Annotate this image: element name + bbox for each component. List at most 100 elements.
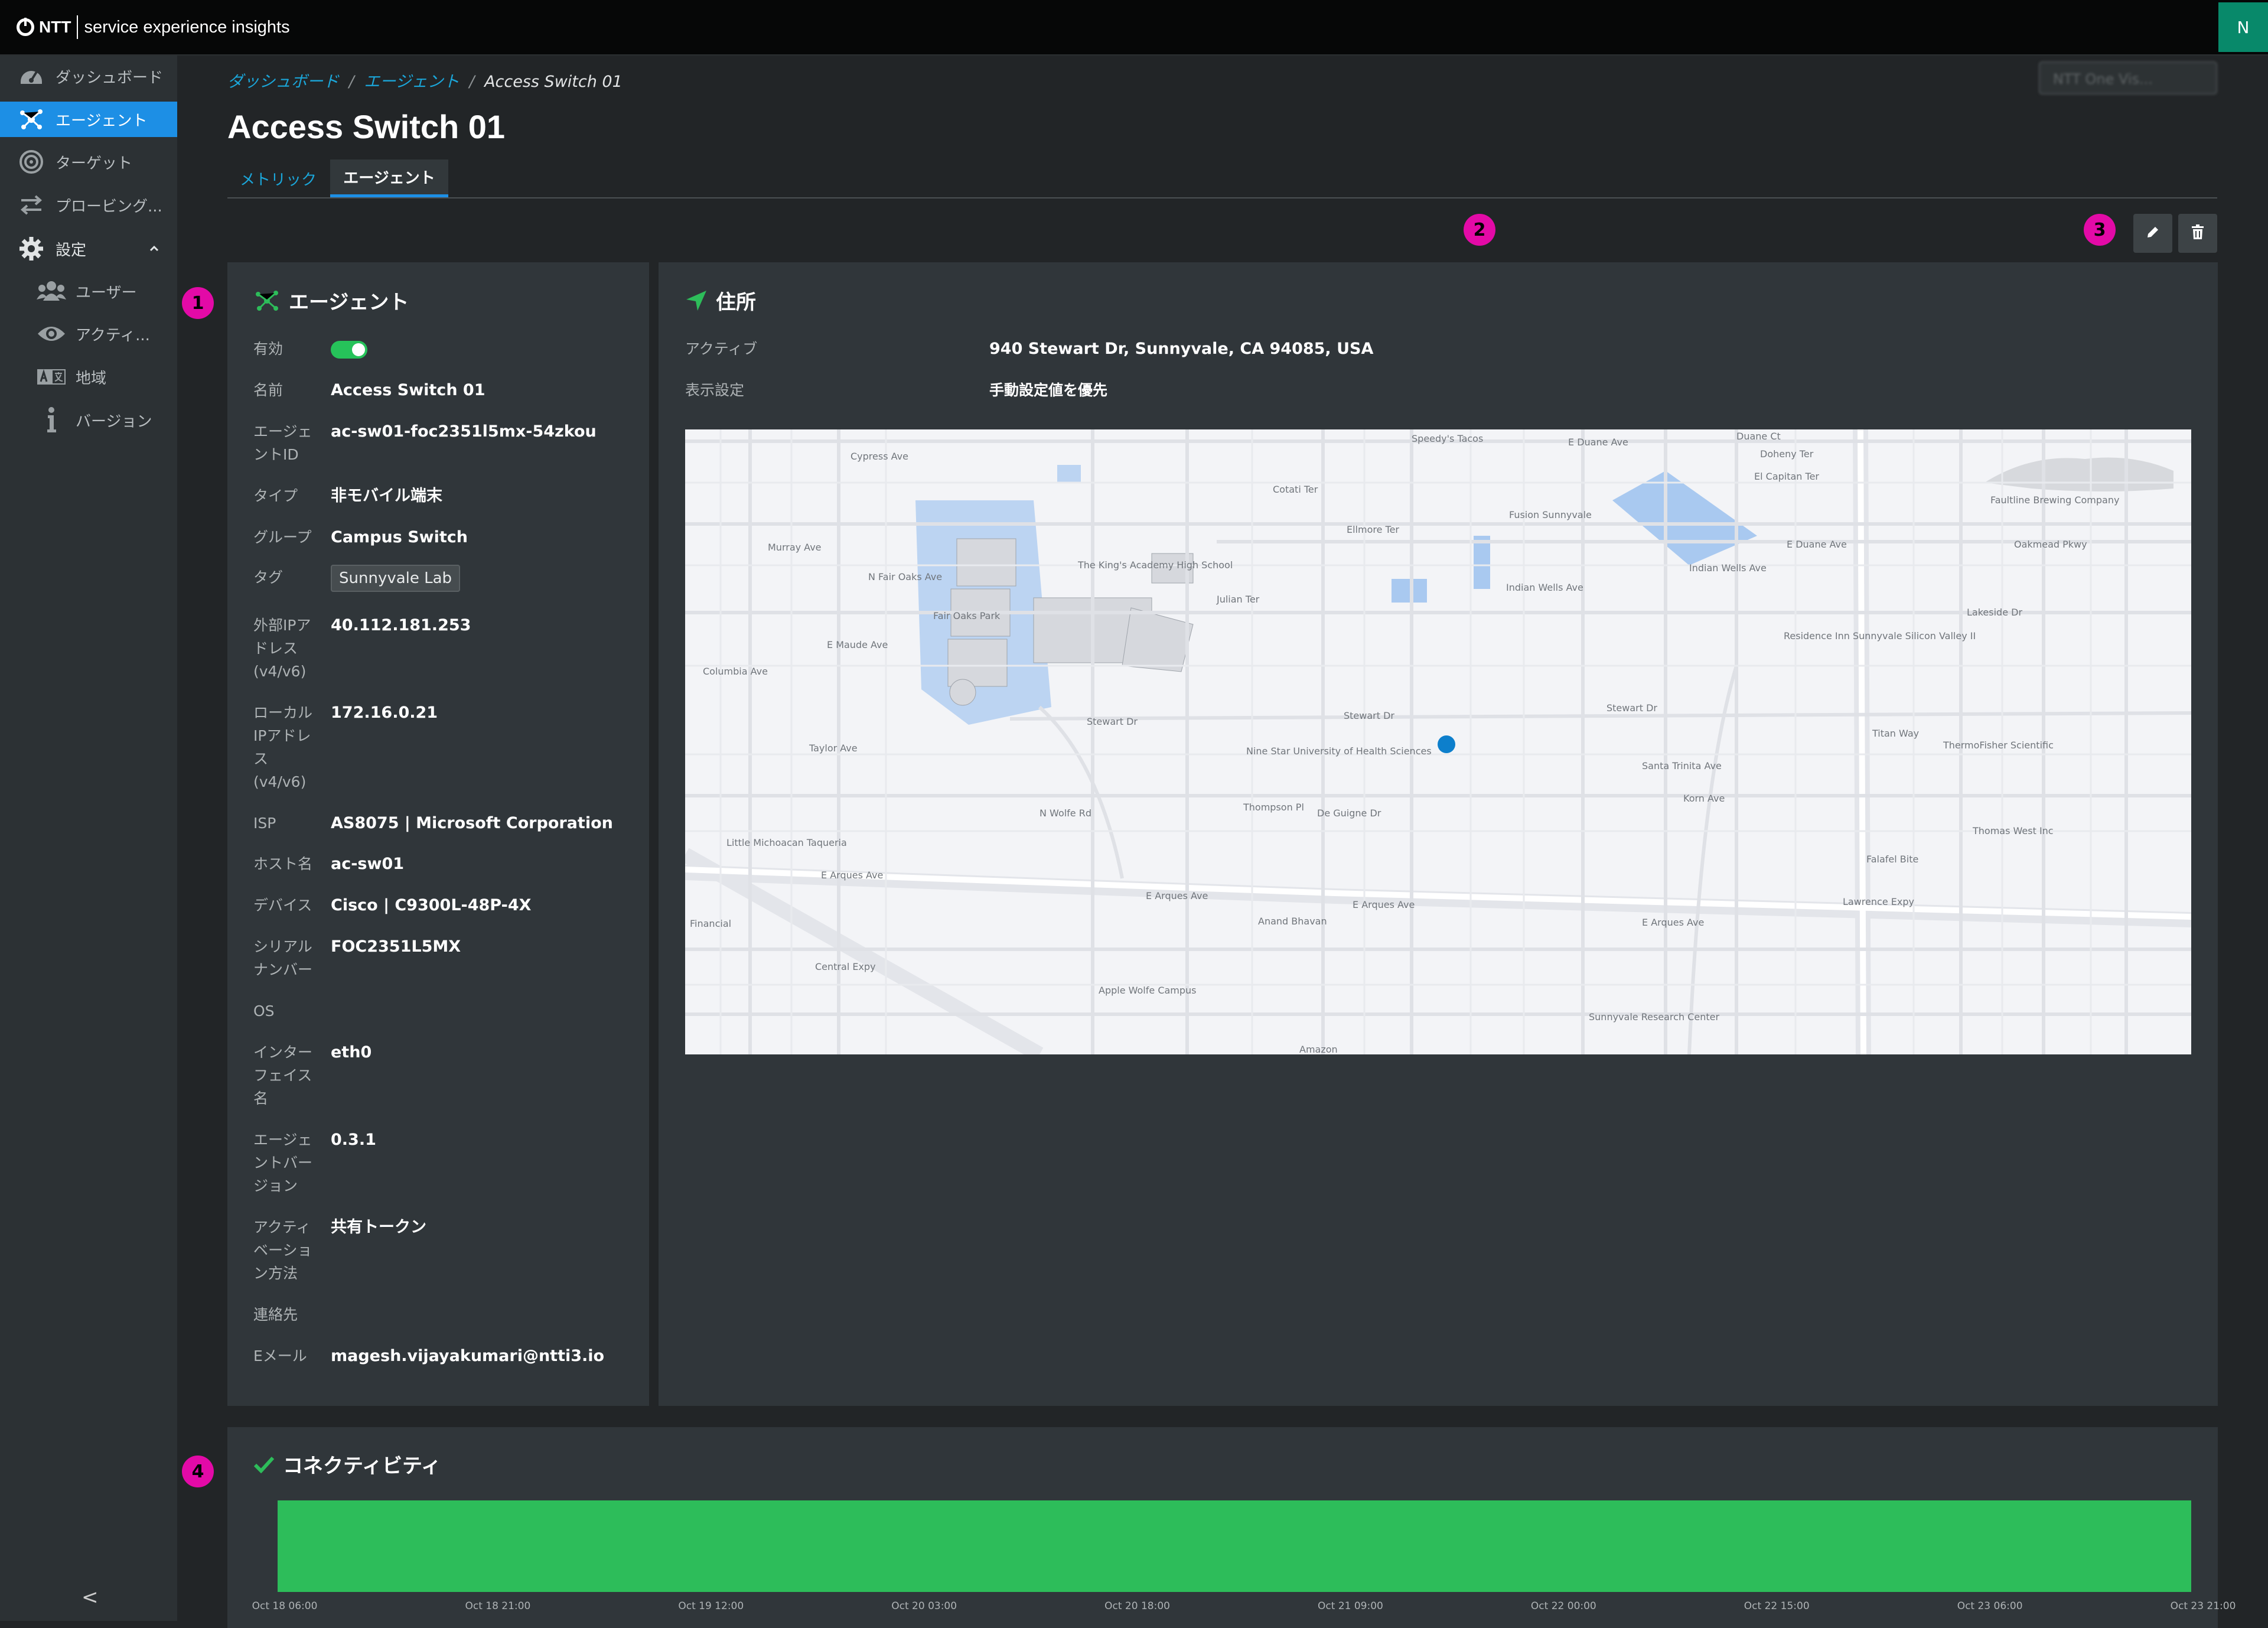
breadcrumb-separator: /: [348, 73, 354, 91]
sidebar-item-region[interactable]: 地域: [0, 359, 177, 395]
chevron-up-icon: [149, 240, 159, 258]
panel-title-text: 住所: [716, 291, 756, 314]
map-label: Anand Bhavan: [1258, 916, 1327, 927]
x-tick-label: Oct 21 09:00: [1318, 1600, 1383, 1612]
sidebar-item-agents[interactable]: エージェント: [0, 102, 177, 137]
field-label: OS: [253, 1002, 275, 1020]
field-label: 有効: [253, 340, 284, 357]
field-label: エージェントバージョン: [253, 1131, 313, 1194]
tab-metrics[interactable]: メトリック: [227, 159, 329, 197]
agent-panel-title: エージェント: [253, 286, 409, 315]
map-label: The King's Academy High School: [1078, 559, 1233, 571]
arrows-exchange-icon: [17, 190, 46, 220]
field-value: 0.3.1: [331, 1131, 376, 1149]
field-label: シリアルナンバー: [253, 938, 313, 978]
x-tick-label: Oct 20 03:00: [891, 1600, 957, 1612]
annotation-marker-2: 2: [1464, 214, 1495, 246]
map-label: Stewart Dr: [1344, 710, 1394, 721]
field-value: Cisco | C9300L-48P-4X: [331, 896, 532, 914]
sidebar-item-version[interactable]: バージョン: [0, 402, 177, 438]
map-label: Nine Star University of Health Sciences: [1246, 745, 1432, 757]
map-label: Faultline Brewing Company: [1990, 494, 2120, 506]
map-label: Falafel Bite: [1866, 854, 1919, 865]
location-pin[interactable]: [1438, 735, 1455, 753]
delete-button[interactable]: [2178, 214, 2217, 253]
connectivity-panel: コネクティビティ Oct 18 06:00 Oct 18 21:00 Oct 19 …: [227, 1427, 2236, 1628]
map-label: Thompson Pl: [1243, 802, 1304, 813]
map-label: E Arques Ave: [1353, 899, 1415, 910]
panel-title-text: コネクティビティ: [283, 1454, 441, 1478]
field-label: ローカルIPアドレス (v4/v6): [253, 704, 313, 790]
target-icon: [17, 147, 46, 177]
map-label: Indian Wells Ave: [1506, 582, 1583, 593]
field-value: 共有トークン: [331, 1218, 426, 1236]
field-value: Access Switch 01: [331, 381, 485, 399]
tag-chip[interactable]: Sunnyvale Lab: [331, 565, 461, 592]
sidebar-item-label: ユーザー: [76, 284, 137, 302]
sidebar-item-dashboard[interactable]: ダッシュボード: [0, 58, 177, 94]
sidebar-item-users[interactable]: ユーザー: [0, 273, 177, 309]
field-value: ac-sw01: [331, 855, 405, 873]
sidebar-item-label: ターゲット: [56, 154, 133, 172]
enabled-toggle[interactable]: [331, 341, 367, 359]
address-active-label: アクティブ: [685, 340, 758, 357]
map-label: Sunnyvale Research Center: [1589, 1011, 1720, 1023]
map-label: Columbia Ave: [703, 666, 768, 677]
edit-button[interactable]: [2133, 214, 2172, 253]
map-label: Thomas West Inc: [1973, 825, 2054, 836]
map-label: Amazon: [1299, 1044, 1338, 1054]
annotation-marker-1: 1: [182, 287, 214, 319]
breadcrumb-link-agents[interactable]: エージェント: [364, 73, 459, 91]
annotation-marker-3: 3: [2084, 214, 2116, 246]
product-name: service experience insights: [84, 17, 290, 37]
map-label: El Capitan Ter: [1754, 471, 1819, 482]
map-label: Speedy's Tacos: [1412, 433, 1484, 444]
map-label: Titan Way: [1872, 728, 1920, 739]
location-map[interactable]: Speedy's Tacos E Duane Ave Duane Ct Dohe…: [685, 429, 2191, 1054]
map-label: Lawrence Expy: [1843, 896, 1914, 907]
field-label: 連絡先: [253, 1306, 298, 1323]
field-label: 外部IPアドレス (v4/v6): [253, 617, 311, 680]
map-label: E Arques Ave: [821, 870, 884, 881]
connectivity-panel-title: コネクティビティ: [253, 1450, 441, 1479]
map-label: Doheny Ter: [1760, 448, 1814, 460]
map-label: Taylor Ave: [809, 743, 858, 754]
translate-icon: [37, 362, 66, 392]
user-avatar[interactable]: N: [2218, 2, 2268, 52]
map-label: Oakmead Pkwy: [2014, 539, 2087, 550]
map-label: E Arques Ave: [1146, 890, 1208, 901]
agent-network-icon: [253, 289, 281, 312]
location-arrow-icon: [685, 289, 708, 312]
ntt-logo[interactable]: NTT service experience insights: [17, 15, 290, 39]
sidebar-item-settings[interactable]: 設定: [0, 231, 177, 266]
connectivity-bar[interactable]: [278, 1500, 2191, 1592]
map-label: Little Michoacan Taqueria: [726, 837, 847, 848]
map-label: Indian Wells Ave: [1689, 562, 1767, 574]
top-bar: NTT service experience insights N: [0, 0, 2268, 56]
check-icon: [253, 1456, 275, 1473]
sidebar-item-activity[interactable]: アクティ...: [0, 316, 177, 351]
field-label: グループ: [253, 529, 312, 546]
map-label: Cypress Ave: [850, 451, 908, 462]
account-selector[interactable]: NTT One Vis...: [2039, 61, 2217, 95]
breadcrumb-separator: /: [469, 73, 475, 91]
field-label: インターフェイス名: [253, 1044, 313, 1107]
breadcrumb: ダッシュボード / エージェント / Access Switch 01: [227, 69, 623, 92]
field-value: 172.16.0.21: [331, 704, 438, 722]
page-title: Access Switch 01: [227, 108, 506, 145]
breadcrumb-link-dashboard[interactable]: ダッシュボード: [227, 73, 339, 91]
x-tick-label: Oct 19 12:00: [678, 1600, 744, 1612]
field-value: 非モバイル端末: [331, 487, 442, 505]
map-label: Cotati Ter: [1273, 484, 1318, 495]
sidebar-item-targets[interactable]: ターゲット: [0, 144, 177, 180]
sidebar-collapse-button[interactable]: <: [82, 1585, 99, 1609]
map-label: Julian Ter: [1217, 594, 1260, 605]
field-label: エージェントID: [253, 423, 312, 463]
map-label: Financial: [690, 918, 732, 929]
field-label: アクティベーション方法: [253, 1219, 312, 1282]
sidebar-item-probing[interactable]: プロービング...: [0, 187, 177, 223]
breadcrumb-current: Access Switch 01: [484, 73, 623, 91]
users-icon: [37, 276, 66, 306]
tab-agent[interactable]: エージェント: [330, 159, 448, 197]
eye-icon: [37, 319, 66, 349]
